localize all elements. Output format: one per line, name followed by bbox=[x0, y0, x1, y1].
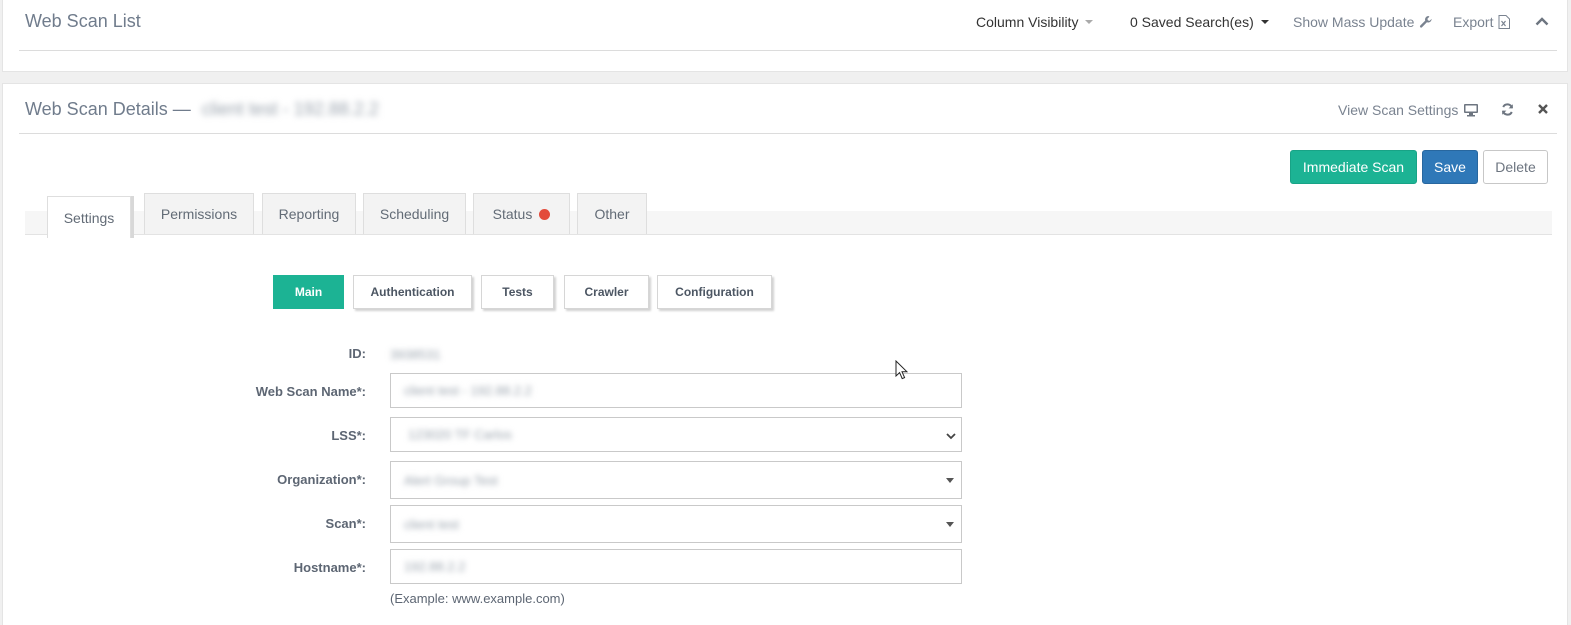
web-scan-name-input[interactable]: client test - 192.88.2.2 bbox=[390, 373, 962, 408]
chevron-down-icon bbox=[1260, 20, 1269, 24]
tabs-baseline bbox=[25, 234, 1552, 235]
caret-down-icon bbox=[946, 522, 954, 527]
list-panel-title: Web Scan List bbox=[25, 11, 141, 31]
tab-label: Status bbox=[492, 206, 533, 222]
tab-reporting[interactable]: Reporting bbox=[262, 193, 356, 234]
status-indicator-icon bbox=[539, 208, 551, 220]
wrench-icon bbox=[1419, 15, 1433, 29]
id-label: ID: bbox=[348, 346, 366, 361]
details-title-target: client test - 192.88.2.2 bbox=[201, 99, 379, 119]
tab-label: Scheduling bbox=[379, 206, 450, 222]
tab-scheduling[interactable]: Scheduling bbox=[363, 193, 466, 234]
refresh-icon bbox=[1501, 103, 1514, 116]
collapse-button[interactable] bbox=[1535, 16, 1549, 26]
chevron-down-icon bbox=[946, 427, 956, 442]
web-scan-name-label: Web Scan Name*: bbox=[255, 384, 366, 399]
lss-select[interactable]: 123020 TF Carlos bbox=[390, 417, 962, 452]
tab-label: Settings bbox=[63, 209, 115, 226]
column-visibility-label: Column Visibility bbox=[976, 14, 1079, 30]
view-scan-settings-button[interactable]: View Scan Settings bbox=[1338, 102, 1479, 118]
tab-label: Reporting bbox=[278, 206, 340, 222]
subtab-configuration[interactable]: Configuration bbox=[657, 275, 772, 309]
web-scan-name-value: client test - 192.88.2.2 bbox=[404, 383, 532, 398]
divider bbox=[19, 133, 1557, 134]
organization-label: Organization*: bbox=[277, 472, 366, 487]
monitor-icon bbox=[1463, 103, 1479, 117]
tab-label: Permissions bbox=[160, 206, 238, 222]
chevron-up-icon bbox=[1535, 16, 1549, 26]
lss-label: LSS*: bbox=[331, 428, 366, 443]
tab-other[interactable]: Other bbox=[577, 193, 647, 234]
divider bbox=[19, 50, 1557, 51]
tab-settings[interactable]: Settings bbox=[47, 196, 131, 238]
immediate-scan-button[interactable]: Immediate Scan bbox=[1290, 150, 1417, 184]
hostname-value: 192.88.2.2 bbox=[404, 559, 466, 574]
organization-value: Alert Group Test bbox=[404, 472, 498, 488]
refresh-button[interactable] bbox=[1501, 103, 1514, 116]
delete-button[interactable]: Delete bbox=[1483, 150, 1548, 184]
close-button[interactable] bbox=[1538, 104, 1548, 114]
organization-select[interactable]: Alert Group Test bbox=[390, 461, 962, 499]
mouse-cursor-icon bbox=[895, 359, 909, 385]
chevron-down-icon bbox=[1085, 20, 1094, 24]
subtab-crawler[interactable]: Crawler bbox=[564, 275, 649, 309]
saved-searches-dropdown[interactable]: 0 Saved Search(es) bbox=[1130, 14, 1269, 30]
tab-label: Other bbox=[594, 206, 630, 222]
close-icon bbox=[1538, 104, 1548, 114]
lss-value: 123020 TF Carlos bbox=[408, 427, 512, 442]
hostname-hint: (Example: www.example.com) bbox=[390, 591, 565, 606]
tabs-background bbox=[25, 211, 1552, 234]
excel-file-icon bbox=[1498, 15, 1511, 29]
subtab-main[interactable]: Main bbox=[273, 275, 344, 309]
web-scan-details-panel: Web Scan Details — client test - 192.88.… bbox=[2, 83, 1568, 625]
details-panel-title: Web Scan Details — client test - 192.88.… bbox=[25, 99, 379, 120]
scan-select[interactable]: client test bbox=[390, 505, 962, 543]
caret-down-icon bbox=[946, 478, 954, 483]
hostname-label: Hostname*: bbox=[293, 560, 366, 575]
web-scan-list-panel: Web Scan List Column Visibility 0 Saved … bbox=[2, 0, 1568, 72]
mass-update-label: Show Mass Update bbox=[1293, 14, 1415, 30]
subtab-authentication[interactable]: Authentication bbox=[353, 275, 472, 309]
scan-label: Scan*: bbox=[325, 516, 366, 531]
tab-permissions[interactable]: Permissions bbox=[144, 193, 254, 234]
view-scan-settings-label: View Scan Settings bbox=[1338, 102, 1459, 118]
hostname-input[interactable]: 192.88.2.2 bbox=[390, 549, 962, 584]
subtab-tests[interactable]: Tests bbox=[481, 275, 554, 309]
details-title-text: Web Scan Details — bbox=[25, 99, 191, 119]
tab-status[interactable]: Status bbox=[473, 193, 570, 234]
saved-searches-label: 0 Saved Search(es) bbox=[1130, 14, 1254, 30]
export-label: Export bbox=[1453, 14, 1494, 30]
export-button[interactable]: Export bbox=[1453, 14, 1511, 30]
save-button[interactable]: Save bbox=[1422, 150, 1478, 184]
show-mass-update-button[interactable]: Show Mass Update bbox=[1293, 14, 1433, 30]
scan-value: client test bbox=[404, 516, 459, 532]
id-value: 3938531 bbox=[390, 347, 441, 362]
column-visibility-dropdown[interactable]: Column Visibility bbox=[976, 14, 1094, 30]
